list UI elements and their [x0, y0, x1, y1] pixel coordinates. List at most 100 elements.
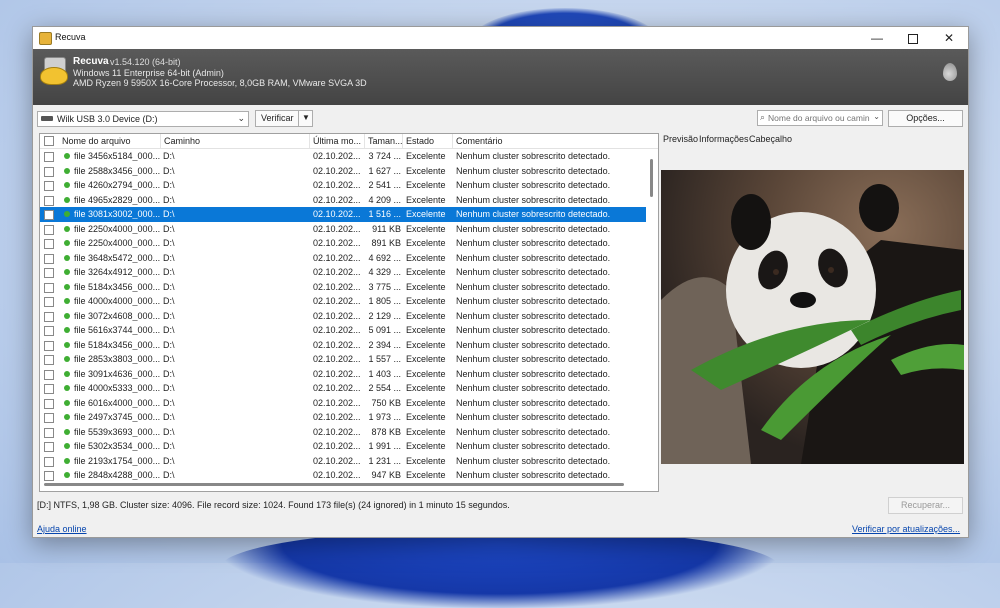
cell-path: D:\	[163, 455, 175, 466]
check-updates-link[interactable]: Verificar por atualizações...	[852, 524, 960, 534]
cell-path: D:\	[163, 281, 175, 292]
cell-filename: file 4965x2829_000...	[74, 194, 160, 205]
tab-info[interactable]: Informações	[699, 134, 749, 144]
cell-state: Excelente	[406, 310, 446, 321]
row-checkbox[interactable]	[44, 210, 54, 220]
status-excellent-icon	[64, 225, 70, 232]
row-checkbox[interactable]	[44, 427, 54, 438]
cell-comment: Nenhum cluster sobrescrito detectado.	[456, 180, 611, 190]
row-checkbox[interactable]	[44, 297, 54, 307]
table-row[interactable]: file 3072x4608_000... D:\ 02.10.202... 2 12…	[40, 309, 646, 324]
table-row[interactable]: file 2250x4000_000... D:\ 02.10.202... 891 …	[40, 236, 646, 251]
recuva-logo-icon	[40, 57, 68, 85]
cell-size: 3 724 ...	[368, 151, 401, 161]
row-checkbox[interactable]	[44, 224, 54, 235]
options-button[interactable]: Opções...	[888, 110, 963, 127]
cell-state: Excelente	[406, 252, 446, 263]
table-row[interactable]: file 2193x1754_000... D:\ 02.10.202... 1 23…	[40, 454, 646, 469]
vertical-scrollbar[interactable]	[648, 149, 656, 474]
col-filename[interactable]: Nome do arquivo	[62, 136, 131, 146]
table-row[interactable]: file 5302x3534_000... D:\ 02.10.202... 1 99…	[40, 439, 646, 454]
maximize-icon	[908, 33, 918, 44]
row-checkbox[interactable]	[44, 384, 54, 394]
col-comment[interactable]: Comentário	[456, 136, 503, 146]
row-checkbox[interactable]	[44, 268, 54, 278]
cell-filename: file 2250x4000_000...	[74, 223, 160, 234]
cell-size: 1 973 ...	[368, 412, 401, 422]
table-row[interactable]: file 3081x3002_000... D:\ 02.10.202... 1 51…	[40, 207, 646, 222]
verify-label: Verificar	[261, 113, 294, 123]
close-button[interactable]: ✕	[931, 27, 967, 49]
chevron-down-icon[interactable]: ⌄	[873, 112, 880, 121]
filename-search-input[interactable]	[768, 112, 870, 123]
cell-size: 878 KB	[371, 426, 401, 437]
table-row[interactable]: file 5184x3456_000... D:\ 02.10.202... 2 39…	[40, 338, 646, 353]
table-row[interactable]: file 3264x4912_000... D:\ 02.10.202... 4 32…	[40, 265, 646, 280]
table-row[interactable]: file 3456x5184_000... D:\ 02.10.202... 3 72…	[40, 149, 646, 164]
col-path[interactable]: Caminho	[164, 136, 200, 146]
verify-dropdown-icon[interactable]: ▼	[302, 113, 310, 122]
cell-filename: file 5184x3456_000...	[74, 281, 160, 292]
table-row[interactable]: file 5184x3456_000... D:\ 02.10.202... 3 77…	[40, 280, 646, 295]
row-checkbox[interactable]	[44, 311, 54, 322]
cell-size: 1 231 ...	[368, 455, 401, 466]
row-checkbox[interactable]	[44, 253, 54, 264]
row-checkbox[interactable]	[44, 181, 54, 191]
table-row[interactable]: file 4965x2829_000... D:\ 02.10.202... 4 20…	[40, 193, 646, 208]
app-name: Recuva	[73, 56, 109, 67]
cell-state: Excelente	[406, 412, 446, 422]
cell-comment: Nenhum cluster sobrescrito detectado.	[456, 455, 611, 466]
row-checkbox[interactable]	[44, 442, 54, 452]
table-row[interactable]: file 5539x3693_000... D:\ 02.10.202... 878 …	[40, 425, 646, 440]
recover-button[interactable]: Recuperar...	[888, 497, 963, 514]
table-row[interactable]: file 5616x3744_000... D:\ 02.10.202... 5 09…	[40, 323, 646, 338]
cell-comment: Nenhum cluster sobrescrito detectado.	[456, 354, 611, 364]
table-row[interactable]: file 6016x4000_000... D:\ 02.10.202... 750 …	[40, 396, 646, 411]
row-checkbox[interactable]	[44, 340, 54, 351]
cell-size: 4 329 ...	[368, 267, 401, 277]
col-size[interactable]: Taman...	[368, 136, 403, 146]
col-modified[interactable]: Última mo...	[313, 136, 361, 146]
online-help-link[interactable]: Ajuda online	[37, 524, 87, 534]
tab-header[interactable]: Cabeçalho	[749, 134, 792, 144]
table-row[interactable]: file 3091x4636_000... D:\ 02.10.202... 1 40…	[40, 367, 646, 382]
row-checkbox[interactable]	[44, 398, 54, 409]
table-row[interactable]: file 3648x5472_000... D:\ 02.10.202... 4 69…	[40, 251, 646, 266]
cell-comment: Nenhum cluster sobrescrito detectado.	[456, 151, 611, 161]
cell-path: D:\	[163, 180, 175, 190]
tab-preview[interactable]: Previsão	[663, 134, 698, 144]
maximize-button[interactable]	[895, 27, 931, 49]
table-row[interactable]: file 4000x4000_000... D:\ 02.10.202... 1 80…	[40, 294, 646, 309]
status-excellent-icon	[64, 312, 70, 319]
table-row[interactable]: file 2853x3803_000... D:\ 02.10.202... 1 55…	[40, 352, 646, 367]
table-row[interactable]: file 4260x2794_000... D:\ 02.10.202... 2 54…	[40, 178, 646, 193]
row-checkbox[interactable]	[44, 326, 54, 336]
row-checkbox[interactable]	[44, 369, 54, 380]
row-checkbox[interactable]	[44, 413, 54, 423]
row-checkbox[interactable]	[44, 282, 54, 293]
file-rows: file 3456x5184_000... D:\ 02.10.202... 3 72…	[40, 149, 646, 483]
horizontal-scrollbar[interactable]	[40, 480, 646, 488]
table-row[interactable]: file 2588x3456_000... D:\ 02.10.202... 1 62…	[40, 164, 646, 179]
search-icon: ⌕	[760, 112, 766, 122]
table-row[interactable]: file 4000x5333_000... D:\ 02.10.202... 2 55…	[40, 381, 646, 396]
row-checkbox[interactable]	[44, 239, 54, 249]
cell-state: Excelente	[406, 238, 446, 248]
table-row[interactable]: file 2497x3745_000... D:\ 02.10.202... 1 97…	[40, 410, 646, 425]
cell-path: D:\	[163, 151, 175, 161]
filename-search[interactable]: ⌕ ⌄	[757, 110, 883, 126]
row-checkbox[interactable]	[44, 152, 54, 162]
minimize-button[interactable]: —	[859, 27, 895, 49]
drive-select[interactable]: Wilk USB 3.0 Device (D:) ⌄	[37, 111, 249, 127]
row-checkbox[interactable]	[44, 456, 54, 467]
col-state[interactable]: Estado	[406, 136, 434, 146]
row-checkbox[interactable]	[44, 166, 54, 177]
row-checkbox[interactable]	[44, 195, 54, 206]
cell-size: 3 775 ...	[368, 281, 401, 292]
verify-button[interactable]: Verificar ▼	[255, 110, 313, 127]
status-excellent-icon	[64, 153, 70, 159]
minimize-icon: —	[871, 31, 883, 45]
row-checkbox[interactable]	[44, 355, 54, 365]
table-row[interactable]: file 2250x4000_000... D:\ 02.10.202... 911 …	[40, 222, 646, 237]
select-all-checkbox[interactable]	[44, 136, 54, 146]
